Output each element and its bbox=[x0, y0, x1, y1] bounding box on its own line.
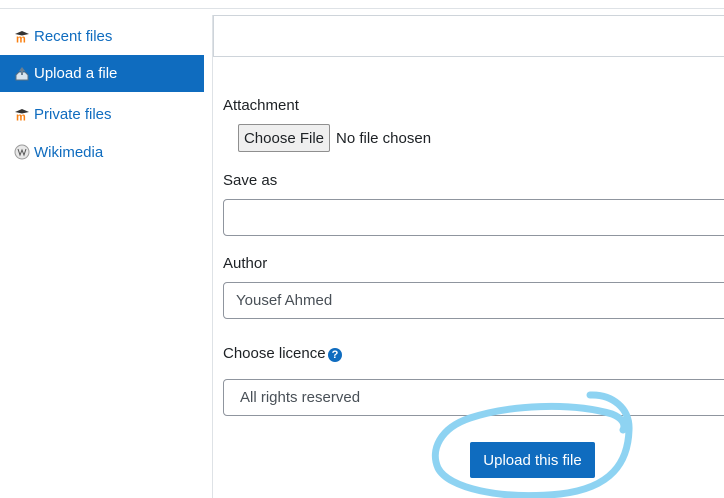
wikipedia-icon bbox=[14, 144, 30, 160]
file-picker-header-panel bbox=[213, 15, 724, 57]
top-border bbox=[0, 0, 724, 9]
sidebar-divider bbox=[212, 15, 213, 498]
author-value: Yousef Ahmed bbox=[236, 292, 333, 309]
moodle-icon: m bbox=[14, 28, 30, 44]
svg-text:m: m bbox=[16, 34, 26, 44]
attachment-label: Attachment bbox=[223, 97, 299, 114]
author-input[interactable]: Yousef Ahmed bbox=[223, 282, 724, 319]
upload-icon bbox=[14, 66, 30, 82]
choose-licence-label: Choose licence bbox=[223, 345, 326, 362]
upload-this-file-button[interactable]: Upload this file bbox=[470, 442, 595, 478]
sidebar-item-label: Recent files bbox=[34, 27, 113, 45]
sidebar-item-label: Private files bbox=[34, 105, 112, 123]
help-icon[interactable]: ? bbox=[328, 348, 342, 362]
author-label: Author bbox=[223, 255, 268, 272]
licence-select[interactable]: All rights reserved bbox=[223, 379, 724, 416]
sidebar-item-upload-a-file[interactable]: Upload a file bbox=[0, 55, 204, 92]
licence-selected-value: All rights reserved bbox=[240, 389, 361, 406]
sidebar-item-recent-files[interactable]: m Recent files bbox=[0, 18, 204, 54]
save-as-label: Save as bbox=[223, 172, 278, 189]
svg-text:m: m bbox=[16, 112, 26, 122]
sidebar-item-wikimedia[interactable]: Wikimedia bbox=[0, 134, 204, 170]
choose-file-button[interactable]: Choose File bbox=[238, 124, 330, 152]
no-file-chosen-text: No file chosen bbox=[336, 130, 432, 147]
sidebar-item-label: Wikimedia bbox=[34, 143, 104, 161]
save-as-input[interactable] bbox=[223, 199, 724, 236]
sidebar-item-private-files[interactable]: m Private files bbox=[0, 96, 204, 132]
sidebar-item-label: Upload a file bbox=[34, 65, 118, 82]
moodle-icon: m bbox=[14, 106, 30, 122]
file-picker-sidebar: m Recent files Upload a file m Private f… bbox=[0, 15, 212, 498]
